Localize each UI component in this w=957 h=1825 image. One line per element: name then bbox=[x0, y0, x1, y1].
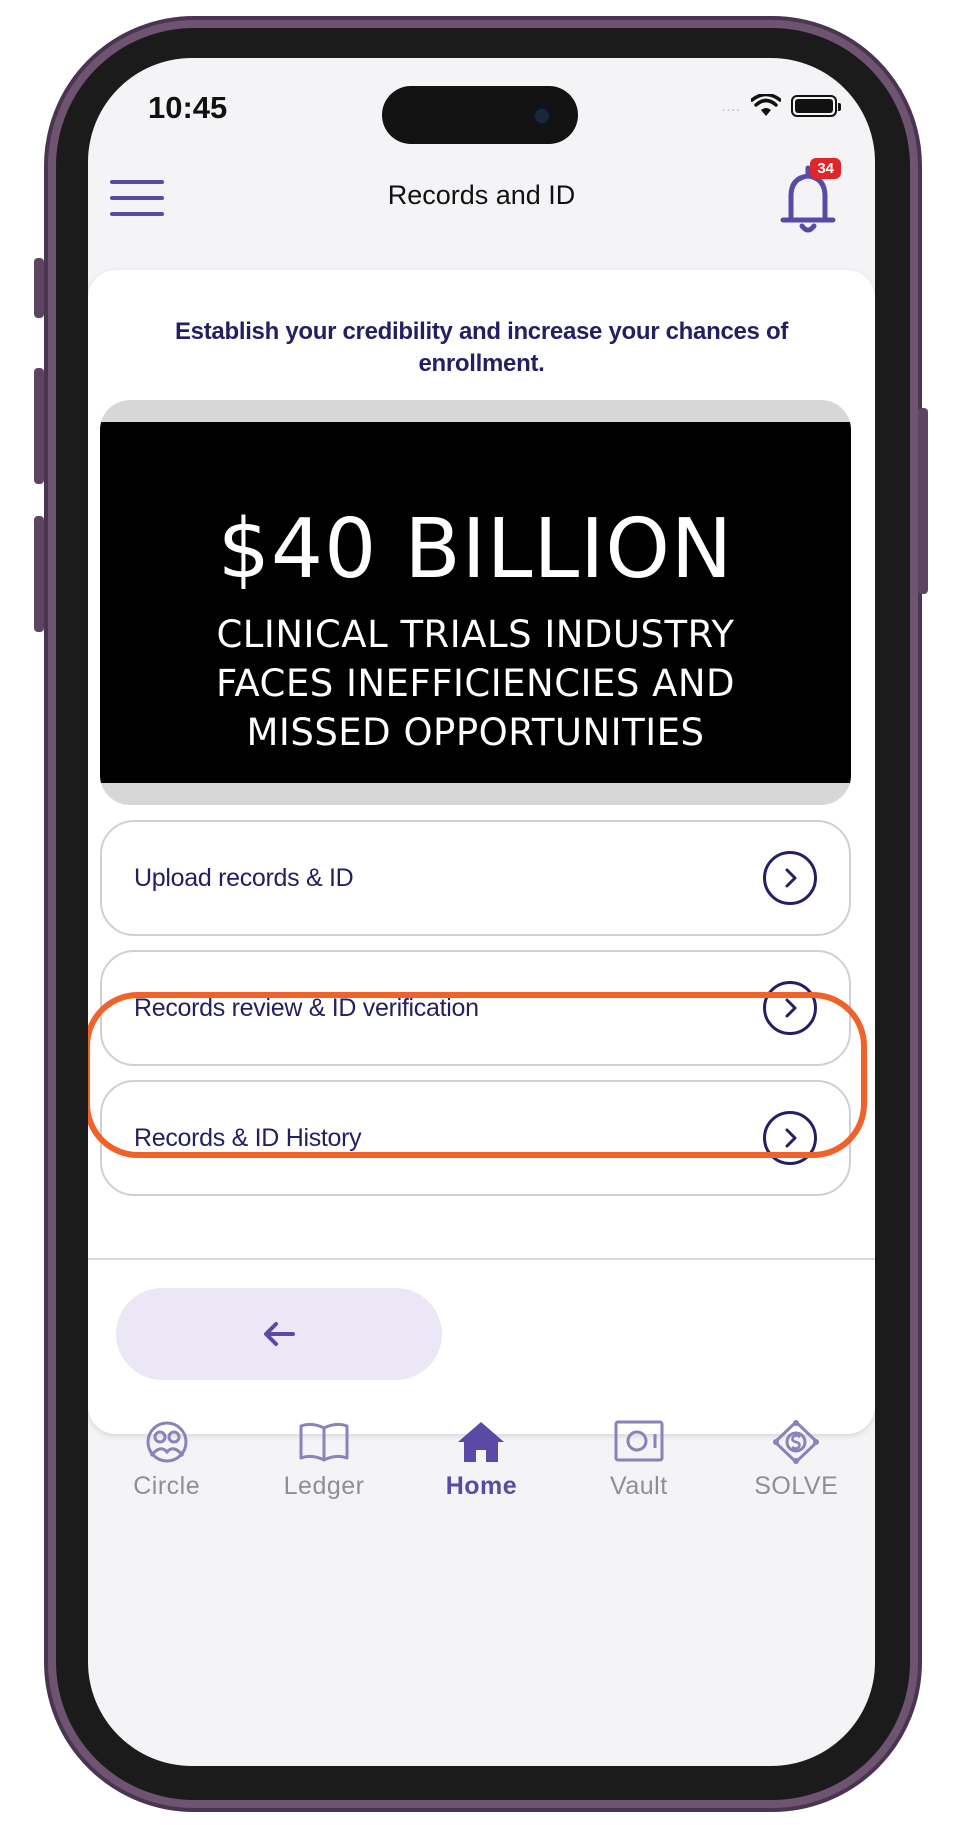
records-review-option[interactable]: Records review & ID verification bbox=[100, 950, 851, 1066]
front-camera bbox=[532, 106, 552, 126]
tab-label: Vault bbox=[610, 1472, 668, 1500]
tab-circle[interactable]: Circle bbox=[92, 1420, 242, 1530]
dynamic-island bbox=[382, 86, 578, 144]
promo-video[interactable]: $40 BILLION CLINICAL TRIALS INDUSTRY FAC… bbox=[100, 400, 851, 805]
vault-icon bbox=[614, 1420, 664, 1462]
ledger-book-icon bbox=[299, 1422, 349, 1462]
volume-down-button bbox=[34, 516, 44, 632]
video-frame: $40 BILLION CLINICAL TRIALS INDUSTRY FAC… bbox=[100, 422, 851, 783]
tab-ledger[interactable]: Ledger bbox=[249, 1420, 399, 1530]
intro-text: Establish your credibility and increase … bbox=[174, 318, 789, 377]
circle-icon bbox=[146, 1421, 188, 1463]
back-button[interactable] bbox=[116, 1288, 442, 1380]
status-time: 10:45 bbox=[148, 90, 228, 125]
tab-label: SOLVE bbox=[754, 1472, 839, 1500]
notifications-button[interactable]: 34 bbox=[775, 158, 845, 238]
signal-icon: .... bbox=[721, 98, 741, 114]
chevron-right-icon bbox=[763, 981, 817, 1035]
tab-label: Ledger bbox=[283, 1472, 365, 1500]
screen: 10:45 .... Records and ID 34 Establish y… bbox=[88, 58, 875, 1766]
tab-label: Home bbox=[445, 1472, 518, 1500]
tab-bar: Circle Ledger Home Vault SOLVE bbox=[88, 1420, 875, 1530]
status-icons: .... bbox=[721, 94, 841, 118]
wifi-icon bbox=[751, 94, 781, 116]
tab-solve[interactable]: SOLVE bbox=[721, 1420, 871, 1530]
chevron-right-icon bbox=[763, 1111, 817, 1165]
upload-records-option[interactable]: Upload records & ID bbox=[100, 820, 851, 936]
tab-home[interactable]: Home bbox=[406, 1420, 556, 1530]
page-title: Records and ID bbox=[387, 180, 576, 210]
option-label: Records & ID History bbox=[134, 1123, 362, 1152]
solve-icon bbox=[773, 1420, 820, 1464]
chevron-right-icon bbox=[763, 851, 817, 905]
volume-up-button bbox=[34, 368, 44, 484]
video-subline-3: MISSED OPPORTUNITIES bbox=[246, 711, 705, 754]
option-label: Records review & ID verification bbox=[134, 993, 479, 1022]
action-button bbox=[34, 258, 44, 318]
video-subline-2: FACES INEFFICIENCIES AND bbox=[215, 662, 736, 705]
records-history-option[interactable]: Records & ID History bbox=[100, 1080, 851, 1196]
video-headline: $40 BILLION bbox=[217, 502, 734, 597]
battery-icon bbox=[791, 95, 841, 117]
video-subline: CLINICAL TRIALS INDUSTRY FACES INEFFICIE… bbox=[100, 610, 851, 757]
tab-label: Circle bbox=[133, 1472, 201, 1500]
home-icon bbox=[458, 1422, 505, 1462]
arrow-left-icon bbox=[264, 1322, 295, 1346]
power-button bbox=[918, 408, 928, 594]
video-subline-1: CLINICAL TRIALS INDUSTRY bbox=[216, 613, 735, 656]
notification-badge: 34 bbox=[810, 158, 841, 179]
option-label: Upload records & ID bbox=[134, 863, 354, 892]
footer-divider bbox=[88, 1258, 875, 1260]
tab-vault[interactable]: Vault bbox=[564, 1420, 714, 1530]
